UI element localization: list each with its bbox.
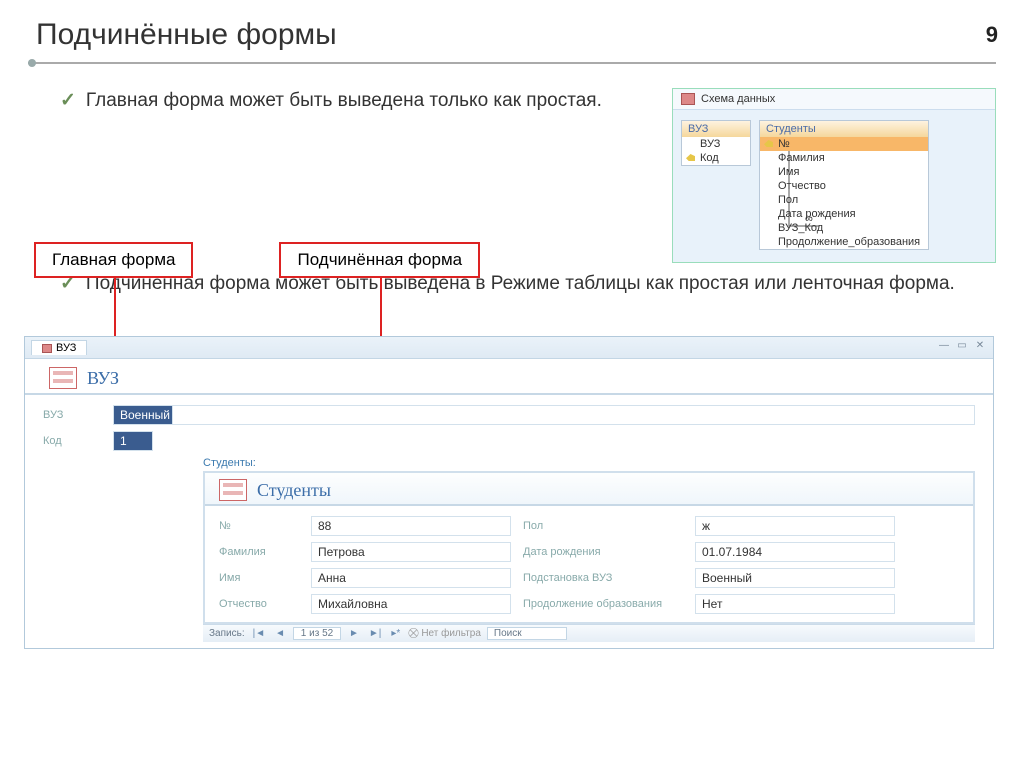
slide-number: 9 — [986, 22, 998, 48]
tab-vuz[interactable]: ВУЗ — [31, 340, 87, 355]
schema-field[interactable]: ВУЗ_Код — [760, 221, 928, 235]
schema-table-vuz-head: ВУЗ — [682, 121, 750, 137]
sub-label-pv: Подстановка ВУЗ — [523, 572, 683, 584]
callout-main-form-text: Главная форма — [52, 250, 175, 269]
sub-label-fam: Фамилия — [219, 546, 299, 558]
field-input-vuz[interactable]: Военный — [113, 405, 173, 425]
record-position[interactable]: 1 из 52 — [293, 627, 341, 640]
subform-header-icon — [219, 479, 247, 501]
sub-input-pol[interactable]: ж — [695, 516, 895, 536]
record-label: Запись: — [209, 628, 245, 639]
form-title: ВУЗ — [87, 368, 119, 389]
close-icon[interactable]: ✕ — [973, 340, 987, 351]
schema-panel-title: Схема данных — [673, 89, 995, 110]
schema-field[interactable]: ВУЗ — [682, 137, 750, 151]
sub-input-no[interactable]: 88 — [311, 516, 511, 536]
schema-field[interactable]: Имя — [760, 165, 928, 179]
tab-bar: ВУЗ — ▭ ✕ — [25, 337, 993, 359]
schema-panel: Схема данных ВУЗ ВУЗ Код 1 ∞ Студенты № … — [672, 88, 996, 263]
sub-label-dob: Дата рождения — [523, 546, 683, 558]
callout-sub-form: Подчинённая форма — [279, 242, 480, 278]
sub-label-otch: Отчество — [219, 598, 299, 610]
schema-field[interactable]: Дата рождения — [760, 207, 928, 221]
nav-new-icon[interactable]: ▸* — [389, 628, 402, 639]
relationships-icon — [681, 93, 695, 105]
sub-input-pv[interactable]: Военный — [695, 568, 895, 588]
filter-status[interactable]: ⛒ Нет фильтра — [408, 628, 481, 639]
field-label-kod: Код — [43, 435, 103, 447]
nav-next-icon[interactable]: ► — [347, 628, 361, 639]
sub-input-imya[interactable]: Анна — [311, 568, 511, 588]
sub-label-prod: Продолжение образования — [523, 598, 683, 610]
form-header: ВУЗ — [25, 359, 993, 395]
schema-field[interactable]: Пол — [760, 193, 928, 207]
sub-input-prod[interactable]: Нет — [695, 594, 895, 614]
sub-input-otch[interactable]: Михайловна — [311, 594, 511, 614]
restore-icon[interactable]: ▭ — [955, 340, 969, 351]
sub-label-imya: Имя — [219, 572, 299, 584]
schema-table-vuz[interactable]: ВУЗ ВУЗ Код — [681, 120, 751, 166]
form-window: ВУЗ — ▭ ✕ ВУЗ ВУЗ Военный Код 1 Студенты… — [24, 336, 994, 649]
schema-field[interactable]: Продолжение_образования — [760, 235, 928, 249]
record-nav-bar: Запись: |◄ ◄ 1 из 52 ► ►| ▸* ⛒ Нет фильт… — [203, 624, 975, 642]
field-label-vuz: ВУЗ — [43, 409, 103, 421]
checkmark-icon: ✓ — [60, 88, 76, 114]
subform-label: Студенты: — [203, 457, 975, 469]
tab-label: ВУЗ — [56, 342, 76, 354]
subform-title: Студенты — [257, 480, 331, 501]
callout-sub-form-text: Подчинённая форма — [297, 250, 462, 269]
schema-table-students-head: Студенты — [760, 121, 928, 137]
schema-field[interactable]: Фамилия — [760, 151, 928, 165]
sub-input-dob[interactable]: 01.07.1984 — [695, 542, 895, 562]
slide-title: Подчинённые формы — [0, 0, 1024, 60]
field-input-kod[interactable]: 1 — [113, 431, 153, 451]
bullet-1: ✓ Главная форма может быть выведена толь… — [60, 88, 648, 114]
bullet-1-text: Главная форма может быть выведена только… — [86, 88, 602, 114]
subform: Студенты № 88 Пол ж Фамилия Петрова Дата… — [203, 471, 975, 624]
subform-header: Студенты — [205, 473, 973, 506]
minimize-icon[interactable]: — — [937, 340, 951, 351]
title-rule — [28, 60, 996, 66]
schema-title-text: Схема данных — [701, 93, 775, 105]
form-icon — [42, 344, 52, 353]
sub-input-fam[interactable]: Петрова — [311, 542, 511, 562]
field-input-vuz-extend[interactable] — [173, 405, 975, 425]
schema-field[interactable]: Отчество — [760, 179, 928, 193]
schema-table-students[interactable]: Студенты № Фамилия Имя Отчество Пол Дата… — [759, 120, 929, 250]
schema-field[interactable]: № — [760, 137, 928, 151]
callout-main-form: Главная форма — [34, 242, 193, 278]
search-input[interactable]: Поиск — [487, 627, 567, 640]
sub-label-pol: Пол — [523, 520, 683, 532]
schema-field[interactable]: Код — [682, 151, 750, 165]
nav-last-icon[interactable]: ►| — [367, 628, 384, 639]
sub-label-no: № — [219, 520, 299, 532]
nav-first-icon[interactable]: |◄ — [251, 628, 268, 639]
nav-prev-icon[interactable]: ◄ — [273, 628, 287, 639]
form-header-icon — [49, 367, 77, 389]
